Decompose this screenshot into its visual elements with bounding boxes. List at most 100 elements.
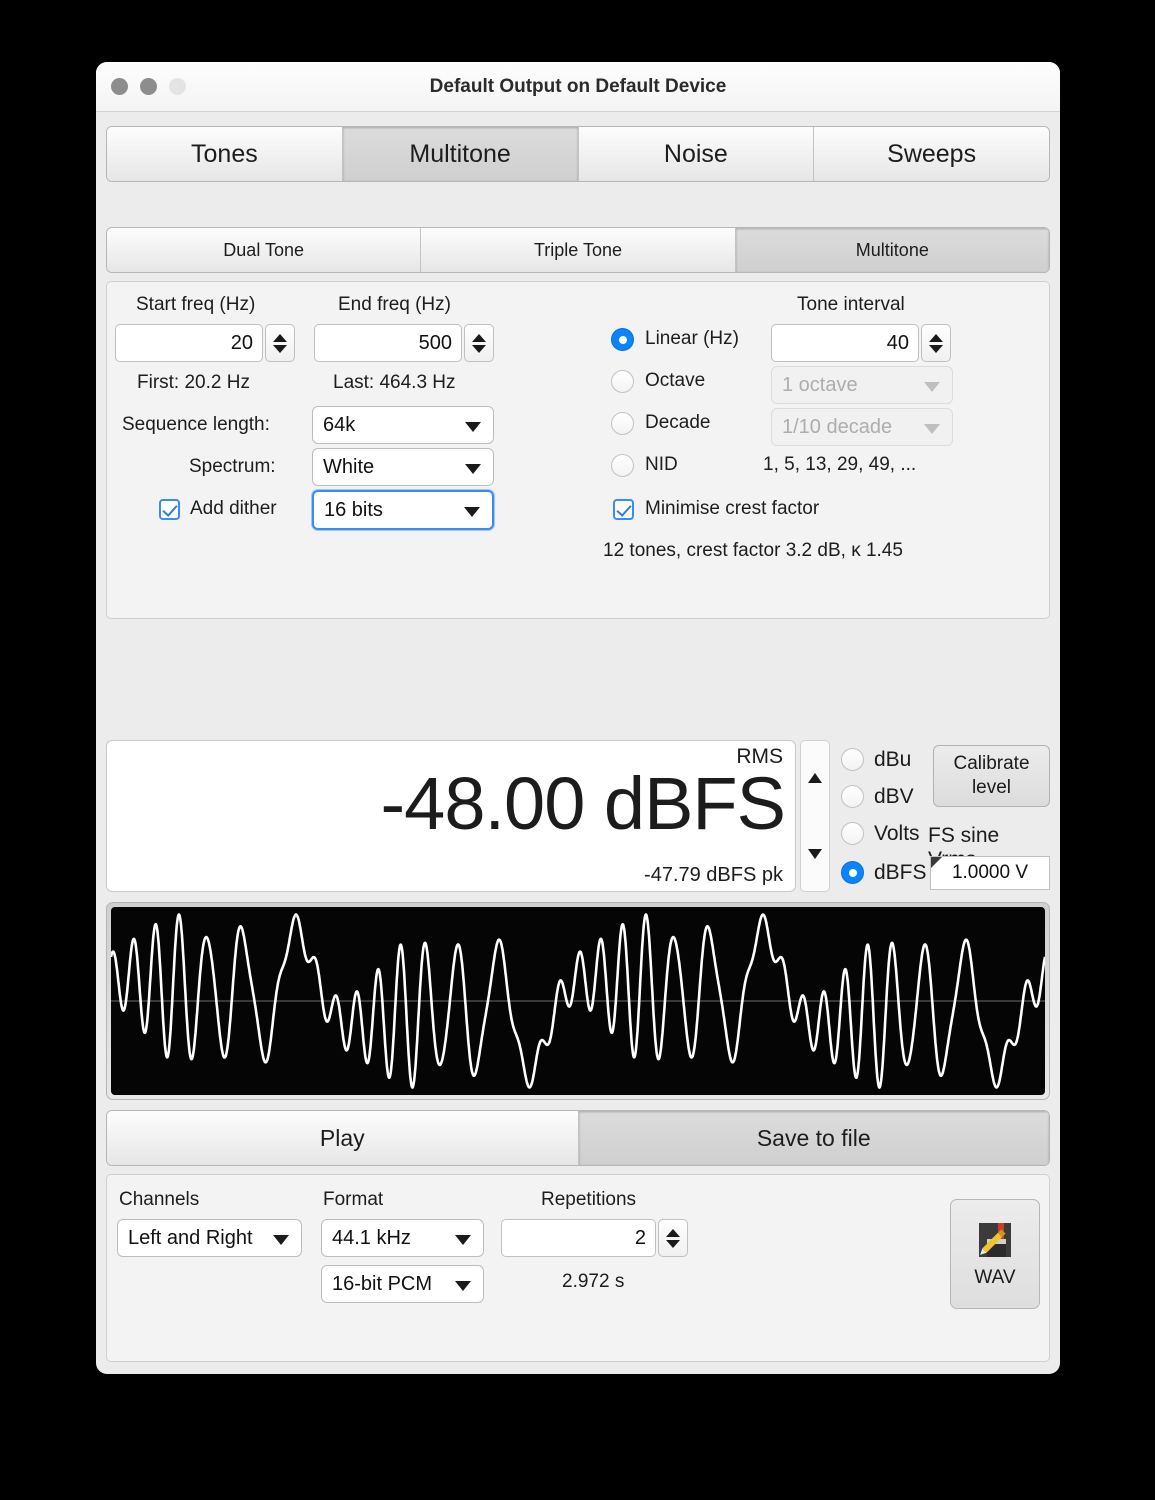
subtab-multitone[interactable]: Multitone (735, 228, 1049, 272)
main-tab-bar[interactable]: Tones Multitone Noise Sweeps (106, 126, 1050, 182)
save-to-file-button[interactable]: Save to file (578, 1111, 1049, 1165)
tab-tones[interactable]: Tones (107, 127, 343, 181)
tone-interval-increment-icon[interactable] (929, 333, 943, 342)
level-value[interactable]: -48.00 dBFS (381, 761, 786, 846)
unit-dbfs-radio[interactable] (841, 861, 864, 884)
subtab-dual-tone[interactable]: Dual Tone (107, 228, 422, 272)
chevron-down-icon (455, 1281, 471, 1291)
add-dither-label: Add dither (190, 498, 277, 519)
last-freq-info: Last: 464.3 Hz (333, 372, 456, 393)
level-stepper[interactable] (800, 740, 830, 892)
unit-dbv-radio[interactable] (841, 785, 864, 808)
unit-dbfs-label: dBFS (874, 861, 927, 884)
bit-depth-select[interactable]: 16-bit PCM (321, 1265, 484, 1303)
tab-noise[interactable]: Noise (578, 127, 815, 181)
tone-interval-stepper[interactable] (921, 324, 951, 362)
calibrate-level-button[interactable]: Calibrate level (933, 745, 1050, 807)
sample-rate-value: 44.1 kHz (332, 1226, 411, 1249)
minimise-crest-label: Minimise crest factor (645, 498, 820, 519)
interval-nid-radio[interactable] (611, 454, 634, 477)
interval-nid-label: NID (645, 454, 678, 475)
interval-octave-radio[interactable] (611, 370, 634, 393)
sample-rate-select[interactable]: 44.1 kHz (321, 1219, 484, 1257)
sequence-length-value: 64k (323, 413, 356, 436)
level-increment-icon[interactable] (808, 773, 822, 783)
fs-sine-vrms-input[interactable]: 1.0000 V (930, 856, 1050, 890)
octave-select[interactable]: 1 octave (771, 366, 953, 404)
spectrum-value: White (323, 455, 375, 478)
repetitions-decrement-icon[interactable] (666, 1239, 680, 1248)
duration-label: 2.972 s (562, 1271, 625, 1292)
start-freq-stepper[interactable] (265, 324, 295, 362)
dither-bits-select[interactable]: 16 bits (312, 490, 494, 530)
waveform-frame (106, 902, 1050, 1100)
unit-dbu-radio[interactable] (841, 748, 864, 771)
chevron-down-icon (924, 382, 940, 392)
tone-interval-decrement-icon[interactable] (929, 344, 943, 353)
first-freq-info: First: 20.2 Hz (137, 372, 250, 393)
start-freq-label: Start freq (Hz) (136, 294, 256, 315)
end-freq-label: End freq (Hz) (338, 294, 451, 315)
tab-sweeps[interactable]: Sweeps (814, 127, 1049, 181)
interval-decade-label: Decade (645, 412, 711, 433)
repetitions-increment-icon[interactable] (666, 1228, 680, 1237)
minimise-crest-checkbox[interactable] (613, 499, 634, 520)
play-button[interactable]: Play (107, 1111, 579, 1165)
sequence-length-label: Sequence length: (122, 414, 270, 435)
unit-dbv-label: dBV (874, 785, 914, 808)
tab-multitone[interactable]: Multitone (342, 127, 579, 181)
end-freq-input[interactable]: 500 (314, 324, 462, 362)
title-bar: Default Output on Default Device (96, 62, 1060, 112)
decade-select[interactable]: 1/10 decade (771, 408, 953, 446)
multitone-parameters-group: Start freq (Hz) 20 End freq (Hz) 500 Fir… (106, 281, 1050, 619)
window-title: Default Output on Default Device (429, 76, 727, 97)
repetitions-label: Repetitions (541, 1189, 637, 1210)
channels-label: Channels (119, 1189, 200, 1210)
end-freq-stepper[interactable] (464, 324, 494, 362)
tone-interval-input[interactable]: 40 (771, 324, 919, 362)
subtab-triple-tone[interactable]: Triple Tone (421, 228, 736, 272)
repetitions-stepper[interactable] (658, 1219, 688, 1257)
wav-file-icon (979, 1223, 1011, 1257)
channels-value: Left and Right (128, 1226, 253, 1249)
level-panel: RMS -48.00 dBFS -47.79 dBFS pk dBu dBV V… (106, 740, 1050, 896)
interval-linear-radio[interactable] (611, 328, 634, 351)
calibrate-line1: Calibrate (953, 753, 1030, 775)
sub-tab-bar[interactable]: Dual Tone Triple Tone Multitone (106, 227, 1050, 273)
spectrum-select[interactable]: White (312, 448, 494, 486)
multitone-summary: 12 tones, crest factor 3.2 dB, κ 1.45 (603, 540, 903, 561)
bit-depth-value: 16-bit PCM (332, 1272, 433, 1295)
calibrate-line2: level (971, 777, 1012, 798)
unit-volts-radio[interactable] (841, 822, 864, 845)
tone-interval-label: Tone interval (797, 294, 905, 315)
chevron-down-icon (465, 464, 481, 474)
chevron-down-icon (464, 507, 480, 517)
start-freq-input[interactable]: 20 (115, 324, 263, 362)
chevron-down-icon (273, 1235, 289, 1245)
chevron-down-icon (924, 424, 940, 434)
end-freq-increment-icon[interactable] (472, 333, 486, 342)
interval-decade-radio[interactable] (611, 412, 634, 435)
dither-bits-value: 16 bits (324, 498, 383, 521)
waveform-display (111, 907, 1045, 1095)
decade-value: 1/10 decade (782, 415, 893, 438)
nid-sequence-value: 1, 5, 13, 29, 49, ... (763, 454, 917, 475)
sequence-length-select[interactable]: 64k (312, 406, 494, 444)
channels-select[interactable]: Left and Right (117, 1219, 302, 1257)
unit-volts-label: Volts (874, 822, 920, 845)
chevron-down-icon (455, 1235, 471, 1245)
start-freq-decrement-icon[interactable] (273, 344, 287, 353)
wav-label: WAV (974, 1267, 1016, 1288)
format-label: Format (323, 1189, 384, 1210)
level-decrement-icon[interactable] (808, 849, 822, 859)
transport-bar[interactable]: Play Save to file (106, 1110, 1050, 1166)
add-dither-checkbox[interactable] (159, 499, 180, 520)
unit-dbu-label: dBu (874, 748, 912, 771)
repetitions-input[interactable]: 2 (501, 1219, 656, 1257)
chevron-down-icon (465, 422, 481, 432)
level-display[interactable]: RMS -48.00 dBFS -47.79 dBFS pk (106, 740, 796, 892)
start-freq-increment-icon[interactable] (273, 333, 287, 342)
wav-export-button[interactable]: WAV (950, 1199, 1040, 1309)
octave-value: 1 octave (782, 373, 858, 396)
end-freq-decrement-icon[interactable] (472, 344, 486, 353)
